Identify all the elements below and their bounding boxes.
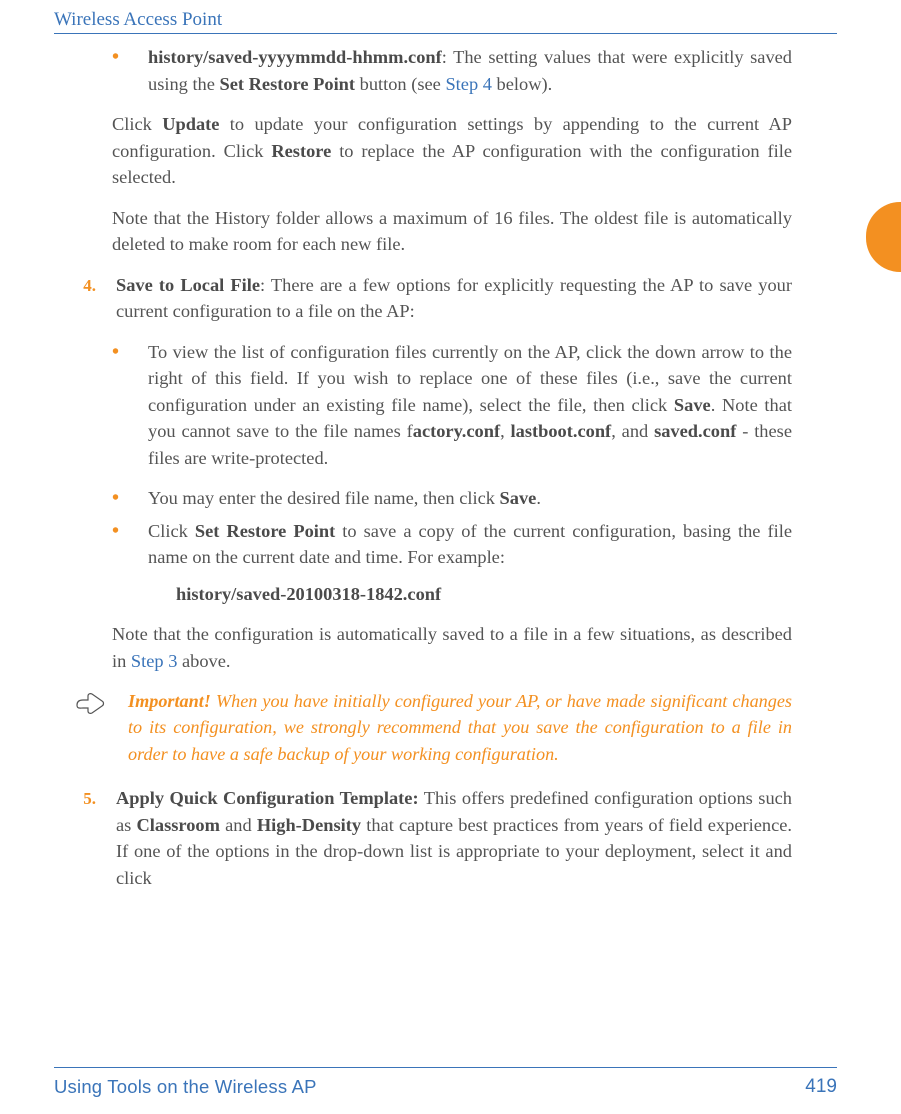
top-rule: [54, 33, 837, 34]
running-head: Wireless Access Point: [54, 9, 222, 31]
example-path: history/saved-20100318-1842.conf: [176, 581, 792, 608]
step-5-number: 5.: [83, 789, 96, 808]
important-text: Important! When you have initially confi…: [128, 688, 792, 767]
bullet-history-saved: history/saved-yyyymmdd-hhmm.conf: The se…: [148, 44, 792, 97]
link-step-3[interactable]: Step 3: [131, 651, 178, 671]
important-callout: Important! When you have initially confi…: [74, 688, 792, 767]
para-history-folder-note: Note that the History folder allows a ma…: [112, 205, 792, 258]
bullet-icon: •: [112, 521, 126, 541]
step-4-heading: Save to Local File: There are a few opti…: [116, 272, 792, 325]
step4-bullet-enter-name: You may enter the desired file name, the…: [148, 485, 792, 512]
body-content: • history/saved-yyyymmdd-hhmm.conf: The …: [74, 44, 792, 891]
page-number: 419: [805, 1076, 837, 1098]
side-tab-thumb: [866, 202, 901, 272]
step4-bullet-view-list: To view the list of configuration files …: [148, 339, 792, 472]
step4-closing-note: Note that the configuration is automatic…: [112, 621, 792, 674]
pointing-hand-icon: [74, 688, 106, 767]
bullet-icon: •: [112, 488, 126, 508]
para-update-restore: Click Update to update your configuratio…: [112, 111, 792, 191]
bullet-icon: •: [112, 342, 126, 362]
footer-section-title: Using Tools on the Wireless AP: [54, 1076, 317, 1098]
bullet-icon: •: [112, 47, 126, 67]
link-step-4[interactable]: Step 4: [445, 74, 492, 94]
step-5-text: Apply Quick Configuration Template: This…: [116, 785, 792, 891]
step4-bullet-set-restore: Click Set Restore Point to save a copy o…: [148, 518, 792, 571]
bottom-rule: [54, 1067, 837, 1068]
step-4-number: 4.: [83, 276, 96, 295]
